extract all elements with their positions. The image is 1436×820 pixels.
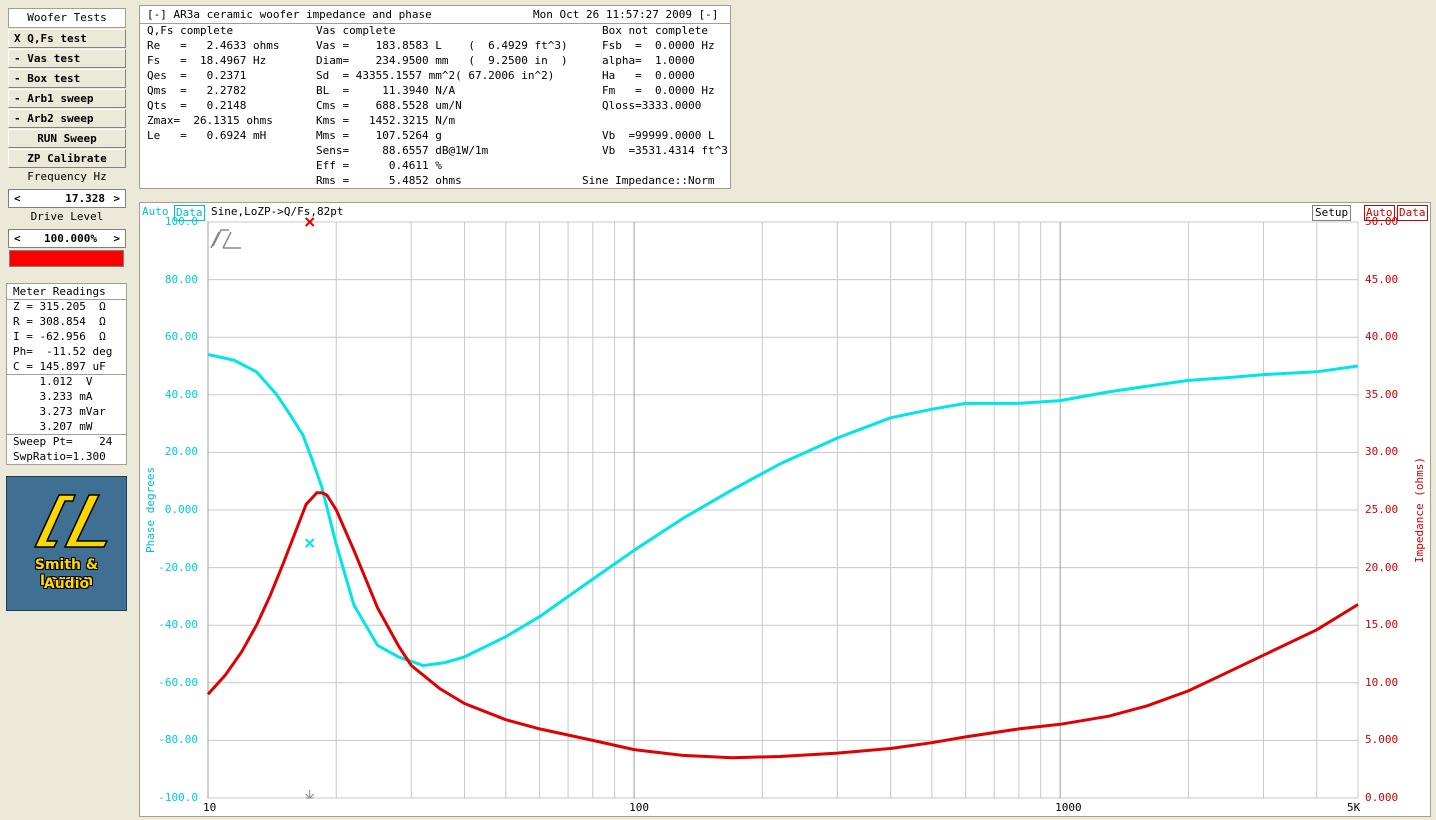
qfs-row: Qts = 0.2148	[147, 99, 247, 112]
box-row: Qloss=3333.0000	[602, 99, 702, 112]
qfs-row: Qes = 0.2371	[147, 69, 247, 82]
drive-level-bar	[9, 250, 124, 267]
vas-row: BL = 11.3940 N/A	[316, 84, 456, 97]
impedance-phase-chart	[206, 217, 1359, 799]
vas-row: Kms = 1452.3215 N/m	[316, 114, 456, 127]
sl-watermark-icon	[210, 229, 241, 249]
meter-row: 1.012 V	[13, 375, 93, 388]
results-header: [-] AR3a ceramic woofer impedance and ph…	[147, 8, 432, 21]
qfs-row: Qms = 2.2782	[147, 84, 247, 97]
vas-row: Vas = 183.8583 L ( 6.4929 ft^3)	[316, 39, 568, 52]
phase-marker	[305, 538, 315, 548]
box-row: Fm = 0.0000 Hz	[602, 84, 715, 97]
frequency-decrement[interactable]: <	[14, 190, 21, 207]
results-panel: [-] AR3a ceramic woofer impedance and ph…	[139, 5, 731, 189]
meter-row: 3.207 mW	[13, 420, 93, 433]
box-test-button[interactable]: - Box test	[8, 69, 126, 88]
vas-row: Cms = 688.5528 um/N	[316, 99, 462, 112]
impedance-mode: Sine Impedance::Norm	[582, 174, 715, 187]
box-row: alpha= 1.0000	[602, 54, 695, 67]
frequency-label: Frequency Hz	[27, 170, 107, 183]
qfs-test-button[interactable]: X Q,Fs test	[8, 29, 126, 48]
box-row: Fsb = 0.0000 Hz	[602, 39, 715, 52]
drive-level-label: Drive Level	[30, 210, 104, 223]
box-row: Vb =3531.4314 ft^3	[602, 144, 728, 157]
vas-row: Rms = 5.4852 ohms	[316, 174, 462, 187]
qfs-row: Fs = 18.4967 Hz	[147, 54, 267, 67]
meter-row: Z = 315.205 Ω	[13, 300, 106, 313]
results-timestamp: Mon Oct 26 11:57:27 2009 [-]	[533, 8, 719, 21]
meter-row: R = 308.854 Ω	[13, 315, 106, 328]
meter-readings-panel: Meter Readings Z = 315.205 Ω R = 308.854…	[6, 283, 127, 465]
meter-row: 3.273 mVar	[13, 405, 106, 418]
meter-row: C = 145.897 uF	[13, 360, 106, 373]
vas-row: Diam= 234.9500 mm ( 9.2500 in )	[316, 54, 568, 67]
sweep-point: Sweep Pt= 24	[13, 435, 113, 448]
logo-line2: Audio	[43, 576, 90, 592]
arb2-sweep-button[interactable]: - Arb2 sweep	[8, 109, 126, 128]
vas-test-button[interactable]: - Vas test	[8, 49, 126, 68]
qfs-row: Re = 2.4633 ohms	[147, 39, 280, 52]
run-sweep-button[interactable]: RUN Sweep	[8, 129, 126, 148]
frequency-value: 17.328	[65, 192, 105, 205]
meter-row: 3.233 mA	[13, 390, 93, 403]
drive-decrement[interactable]: <	[14, 230, 21, 247]
drive-level-spinner[interactable]: < 100.000% >	[8, 229, 126, 248]
graph-panel: Auto Data Sine,LoZP->Q/Fs,82pt Setup Aut…	[139, 202, 1431, 817]
meter-title: Meter Readings	[13, 285, 106, 298]
smith-larson-logo: Smith & Larson Audio	[6, 476, 127, 611]
drive-value: 100.000%	[44, 232, 97, 245]
qfs-row: Zmax= 26.1315 ohms	[147, 114, 273, 127]
vas-status: Vas complete	[316, 24, 396, 37]
vas-row: Eff = 0.4611 %	[316, 159, 442, 172]
vas-row: Sd = 43355.1557 mm^2( 67.2006 in^2)	[316, 69, 555, 82]
box-status: Box not complete	[602, 24, 708, 37]
qfs-row: Le = 0.6924 mH	[147, 129, 267, 142]
box-row: Vb =99999.0000 L	[602, 129, 715, 142]
meter-row: I = -62.956 Ω	[13, 330, 106, 343]
woofer-tests-title: Woofer Tests	[8, 8, 126, 28]
vas-row: Mms = 107.5264 g	[316, 129, 442, 142]
vas-row: Sens= 88.6557 dB@1W/1m	[316, 144, 489, 157]
zp-calibrate-button[interactable]: ZP Calibrate	[8, 149, 126, 168]
frequency-increment[interactable]: >	[113, 190, 120, 207]
meter-row: Ph= -11.52 deg	[13, 345, 113, 358]
frequency-spinner[interactable]: < 17.328 >	[8, 189, 126, 208]
box-row: Ha = 0.0000	[602, 69, 695, 82]
frequency-cursor-icon	[305, 790, 315, 799]
arb1-sweep-button[interactable]: - Arb1 sweep	[8, 89, 126, 108]
qfs-status: Q,Fs complete	[147, 24, 234, 37]
drive-increment[interactable]: >	[113, 230, 120, 247]
sweep-ratio: SwpRatio=1.300	[13, 450, 106, 463]
